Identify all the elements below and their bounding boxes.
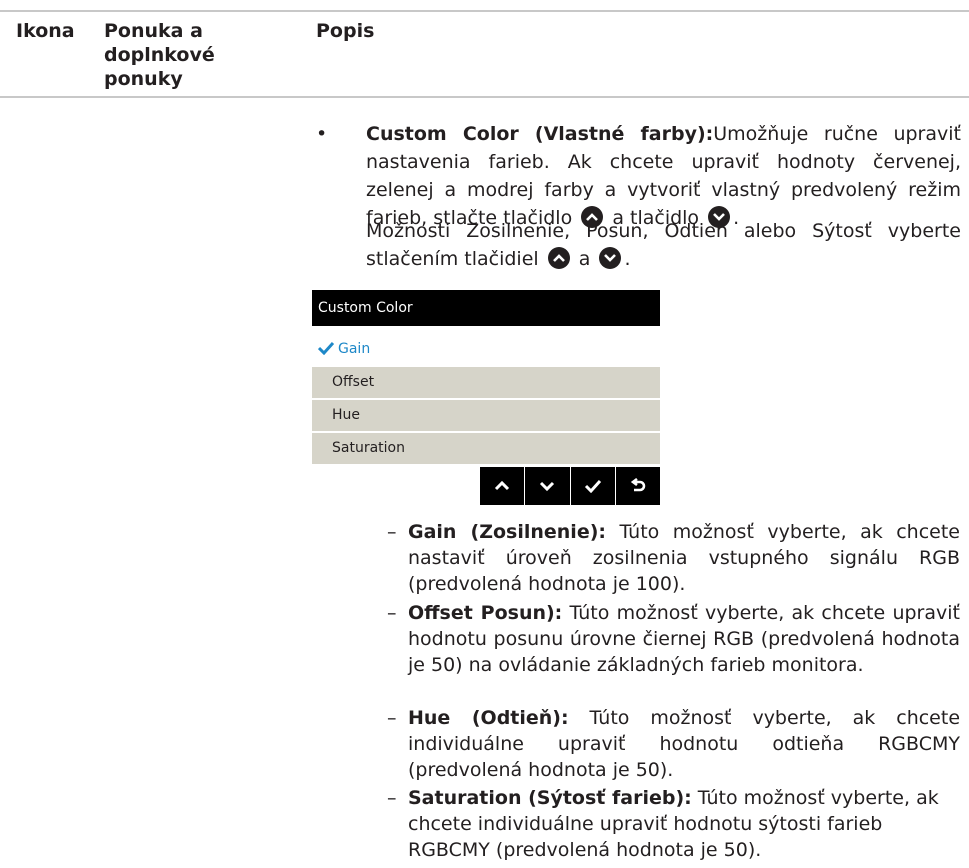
chevron-down-icon [540, 481, 555, 492]
header-menu: Ponuka a doplnkové ponuky [104, 20, 215, 90]
custom-color-term: Custom Color (Vlastné farby): [366, 123, 714, 145]
option-offset-term: Offset Posun): [408, 602, 563, 624]
dash: – [387, 521, 397, 543]
dash: – [387, 602, 397, 624]
osd-menu-title: Custom Color [312, 290, 660, 326]
osd-menu-item-gain[interactable]: Gain [312, 334, 660, 365]
checkmark-icon [584, 479, 601, 493]
down-button-icon [599, 247, 622, 269]
osd-menu-item-offset[interactable]: Offset [312, 367, 660, 398]
table-header-rule [0, 96, 969, 98]
checkmark-icon [317, 336, 335, 367]
dash: – [387, 787, 397, 809]
option-saturation: Saturation (Sýtosť farieb): Túto možnosť… [408, 785, 960, 863]
nav-up-button[interactable] [480, 467, 526, 505]
option-hue: Hue (Odtieň): Túto možnosť vyberte, ak c… [408, 705, 960, 783]
table-top-rule [0, 10, 969, 12]
nav-confirm-button[interactable] [571, 467, 616, 505]
option-offset: Offset Posun): Túto možnosť vyberte, ak … [408, 600, 960, 678]
chevron-up-icon [495, 480, 510, 491]
header-icon: Ikona [16, 20, 75, 42]
options-selection-paragraph: Možnosti Zosilnenie, Posun, Odtieň alebo… [366, 217, 961, 273]
bullet: • [316, 123, 328, 145]
dash: – [387, 707, 397, 729]
custom-color-paragraph: Custom Color (Vlastné farby):Umožňuje ru… [366, 120, 961, 232]
nav-back-button[interactable] [616, 467, 660, 505]
header-description: Popis [316, 20, 375, 42]
osd-menu-item-hue[interactable]: Hue [312, 400, 660, 431]
options-selection-text-mid: a [578, 248, 591, 270]
osd-menu-item-saturation[interactable]: Saturation [312, 433, 660, 464]
option-saturation-term: Saturation (Sýtosť farieb): [408, 787, 692, 809]
custom-color-osd-menu: Custom Color Gain Offset Hue Saturation [312, 290, 660, 466]
back-icon [630, 478, 646, 492]
option-gain: Gain (Zosilnenie): Túto možnosť vyberte,… [408, 519, 960, 597]
option-gain-term: Gain (Zosilnenie): [408, 521, 606, 543]
osd-nav-bar [480, 467, 660, 505]
up-button-icon [547, 247, 570, 269]
osd-menu-item-label: Gain [338, 341, 371, 357]
options-selection-text: Možnosti Zosilnenie, Posun, Odtieň alebo… [366, 220, 961, 270]
option-hue-term: Hue (Odtieň): [408, 707, 569, 729]
options-selection-text-end: . [624, 248, 631, 270]
nav-down-button[interactable] [525, 467, 571, 505]
